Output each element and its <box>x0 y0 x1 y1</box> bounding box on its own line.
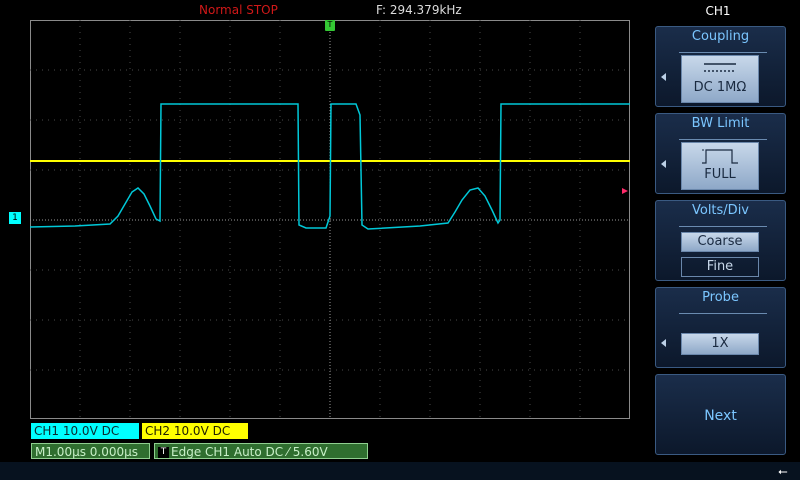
left-arrow-icon <box>661 160 666 168</box>
volts-div-fine-option[interactable]: Fine <box>681 257 759 277</box>
next-button[interactable]: Next <box>655 374 786 455</box>
coupling-value[interactable]: DC 1MΩ <box>681 55 759 103</box>
timebase-info[interactable]: M1.00µs 0.000µs <box>31 443 150 459</box>
left-arrow-icon <box>661 339 666 347</box>
ch1-ground-marker: 1 <box>9 212 21 224</box>
ch1-ground-label: 1 <box>12 213 18 223</box>
bw-limit-value[interactable]: FULL <box>681 142 759 190</box>
volts-div-panel[interactable]: Volts/Div Coarse Fine <box>655 200 786 281</box>
bandwidth-icon <box>702 149 738 164</box>
ch1-info[interactable]: CH1 10.0V DC <box>31 423 139 439</box>
probe-panel[interactable]: Probe 1X <box>655 287 786 368</box>
trigger-info-text: Edge CH1 Auto DC ⁄ 5.60V <box>171 445 328 459</box>
bw-limit-value-text: FULL <box>704 167 736 182</box>
trigger-position-marker: T <box>325 20 335 31</box>
volts-div-label: Volts/Div <box>691 203 749 218</box>
left-arrow-icon <box>661 73 666 81</box>
waveform-display <box>30 20 630 419</box>
ch2-info[interactable]: CH2 10.0V DC <box>142 423 248 439</box>
bw-limit-label: BW Limit <box>691 116 750 131</box>
frequency-readout: F: 294.379kHz <box>376 3 462 17</box>
bw-limit-panel[interactable]: BW Limit FULL <box>655 113 786 194</box>
coupling-panel[interactable]: Coupling DC 1MΩ <box>655 26 786 107</box>
menu-title: CH1 <box>705 4 731 18</box>
run-status: Normal STOP <box>199 3 278 17</box>
trigger-position-label: T <box>327 20 333 29</box>
usb-icon: ⭠ <box>778 464 788 478</box>
volts-div-coarse-option[interactable]: Coarse <box>681 232 759 252</box>
coupling-value-text: DC 1MΩ <box>693 80 747 95</box>
probe-label: Probe <box>702 290 739 305</box>
dc-coupling-icon <box>704 63 736 72</box>
bottom-bar <box>0 462 800 480</box>
trigger-info[interactable]: T Edge CH1 Auto DC ⁄ 5.60V <box>154 443 368 459</box>
next-button-label: Next <box>704 408 737 424</box>
coupling-label: Coupling <box>691 29 750 44</box>
probe-value[interactable]: 1X <box>681 333 759 355</box>
trigger-icon: T <box>158 447 169 458</box>
